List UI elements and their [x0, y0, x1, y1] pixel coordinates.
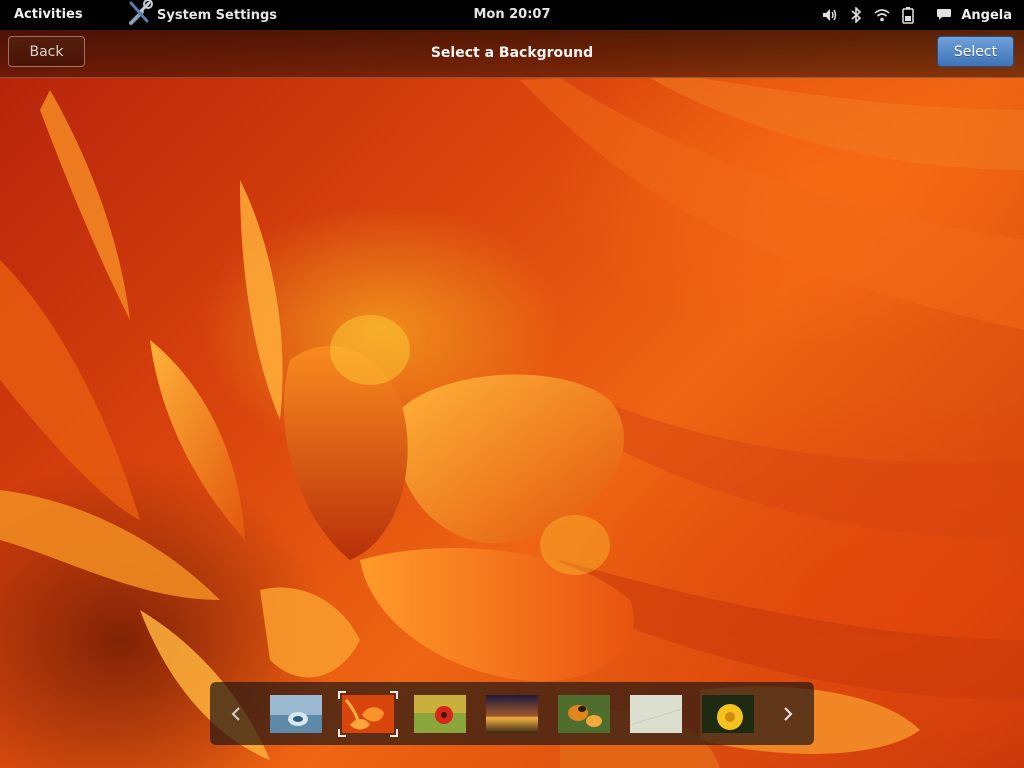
thumbnail-water-drop[interactable]: [270, 695, 322, 733]
select-button[interactable]: Select: [937, 36, 1014, 67]
chevron-right-icon: [784, 706, 793, 721]
thumbnail-strip: [210, 682, 814, 745]
thumbnail-paper-texture[interactable]: [630, 695, 682, 733]
top-panel: Activities System Settings Mon 20:07 Ang…: [0, 0, 1024, 30]
page-title: Select a Background: [430, 45, 594, 61]
flower-illustration: [0, 78, 1024, 768]
user-menu[interactable]: Angela: [961, 8, 1012, 23]
chat-icon[interactable]: [935, 6, 953, 24]
thumbnail-bee-flower[interactable]: [558, 695, 610, 733]
thumbnail-red-flower[interactable]: [414, 695, 466, 733]
thumbnail-orange-flower[interactable]: [342, 695, 394, 733]
header-bar: Back Select a Background Select: [0, 30, 1024, 78]
bluetooth-icon[interactable]: [847, 6, 865, 24]
previous-button[interactable]: [216, 682, 256, 745]
system-tray: Angela: [813, 0, 1012, 30]
battery-icon[interactable]: [899, 6, 917, 24]
clock[interactable]: Mon 20:07: [473, 7, 550, 22]
screen: Activities System Settings Mon 20:07 Ang…: [0, 0, 1024, 768]
thumbnail-sunset-horizon[interactable]: [486, 695, 538, 733]
wallpaper-preview: [0, 0, 1024, 768]
wifi-icon[interactable]: [873, 6, 891, 24]
thumbnail-yellow-flower[interactable]: [702, 695, 754, 733]
volume-icon[interactable]: [821, 6, 839, 24]
next-button[interactable]: [768, 682, 808, 745]
chevron-left-icon: [231, 706, 240, 721]
